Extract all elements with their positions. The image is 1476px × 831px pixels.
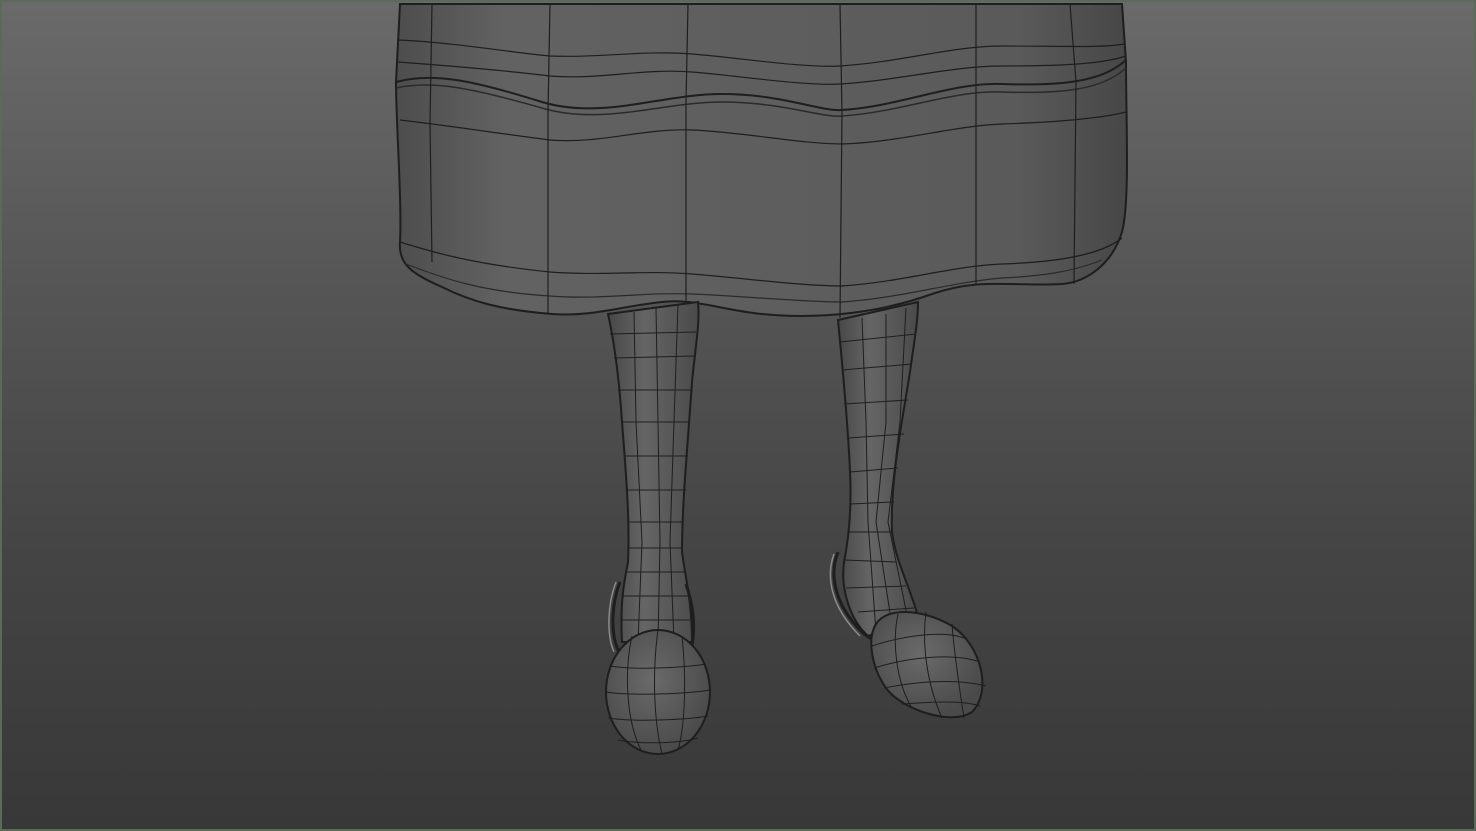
left-leg-mesh <box>606 300 700 643</box>
3d-viewport[interactable] <box>0 0 1476 831</box>
right-leg-mesh <box>836 300 920 638</box>
skirt-mesh <box>394 3 1128 319</box>
model-view <box>394 3 1128 755</box>
